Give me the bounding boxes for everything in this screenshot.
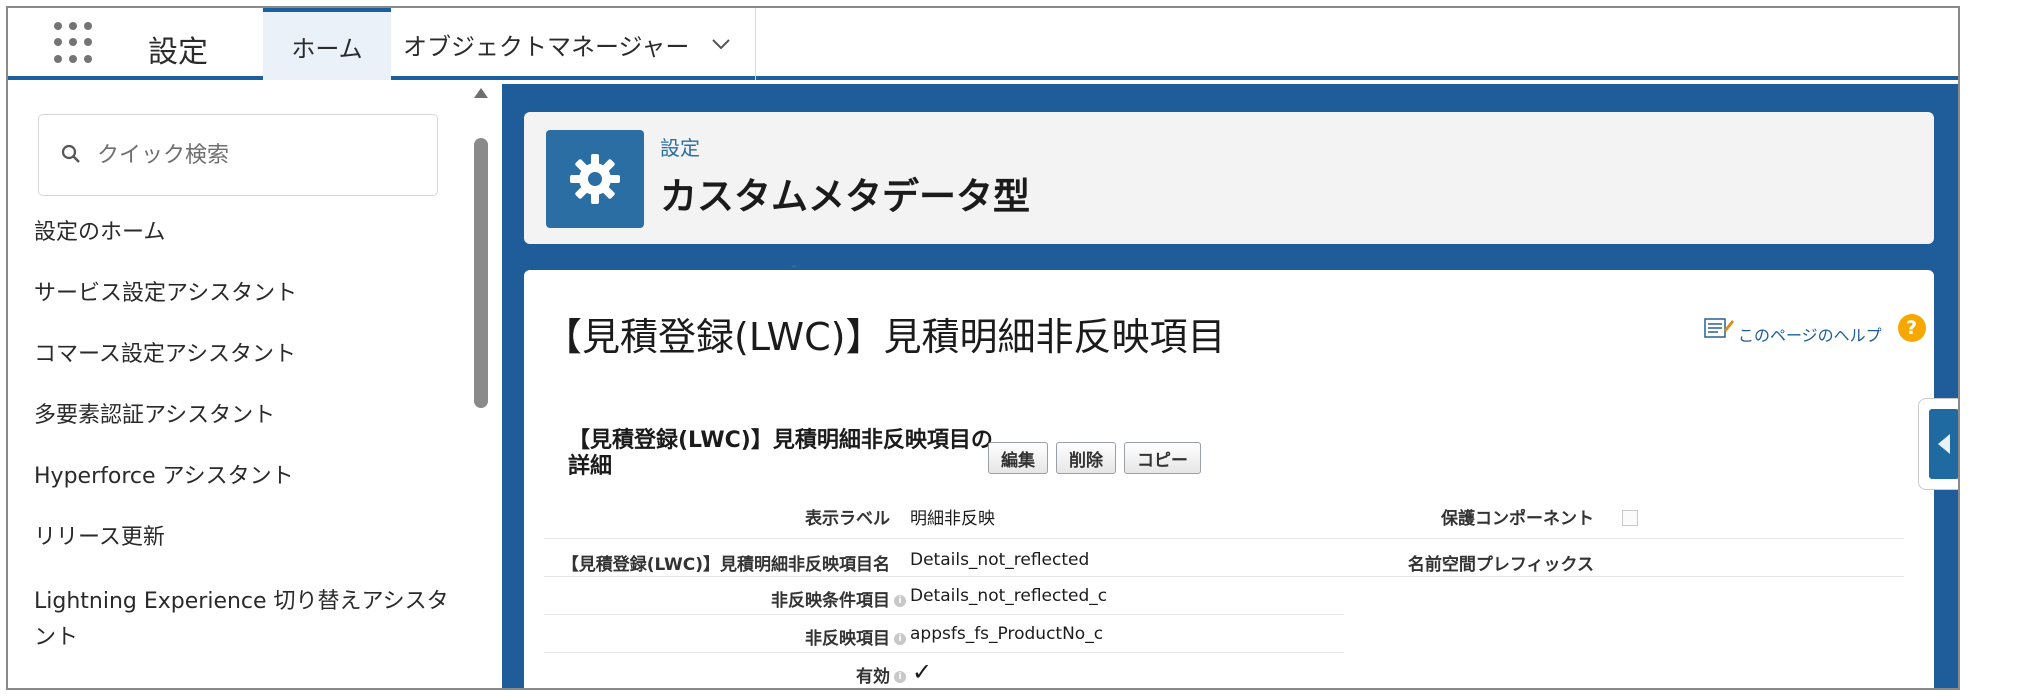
field-value-display-label: 明細非反映 [910,509,995,529]
sidebar-item-mfa-assistant[interactable]: 多要素認証アシスタント [34,401,464,462]
side-panel-toggle-inner [1929,409,1958,479]
tab-home[interactable]: ホーム [263,8,391,80]
page-header: 設定 カスタムメタデータ型 [524,112,1934,244]
page-title: カスタムメタデータ型 [660,175,1030,218]
row-divider [544,614,1344,615]
quick-find-input[interactable] [97,133,417,177]
record-title: 【見積登録(LWC)】見積明細非反映項目 [544,315,1226,359]
field-value-excluded-field: appsfs_fs_ProductNo_c [910,624,1104,644]
protected-component-checkbox [1622,510,1638,526]
help-page-icon [1704,318,1734,338]
section-title: 【見積登録(LWC)】見積明細非反映項目の詳細 [568,428,993,479]
help-link[interactable]: このページのヘルプ ? [1704,310,1926,346]
sidebar-item-hyperforce-assistant[interactable]: Hyperforce アシスタント [34,462,464,523]
active-checkmark-icon: ✓ [912,658,933,686]
gear-icon [546,130,644,228]
side-panel-toggle[interactable] [1918,398,1958,490]
sidebar-item-commerce-setup-assistant[interactable]: コマース設定アシスタント [34,340,464,401]
page-eyebrow: 設定 [660,136,700,160]
browser-frame: 設定 ホーム オブジェクトマネージャー 設定のホーム サービス設定アシスタント … [6,6,1960,690]
chevron-down-icon[interactable] [711,38,731,50]
field-label-condition-field-text: 非反映条件項目 [771,591,890,611]
search-icon [61,144,80,163]
row-divider [544,538,1904,539]
row-divider [544,652,1344,653]
info-icon[interactable]: i [894,595,906,607]
tab-object-manager[interactable]: オブジェクトマネージャー [403,8,757,80]
global-header: 設定 ホーム オブジェクトマネージャー [8,8,1958,80]
detail-buttons: 編集 削除 コピー [988,442,1201,474]
edit-button[interactable]: 編集 [988,442,1048,474]
chevron-left-icon [1938,434,1950,454]
setup-sidebar: 設定のホーム サービス設定アシスタント コマース設定アシスタント 多要素認証アシ… [8,84,498,688]
sidebar-scrollbar[interactable] [474,84,488,688]
sidebar-item-service-setup-assistant[interactable]: サービス設定アシスタント [34,279,464,340]
sidebar-item-setup-home[interactable]: 設定のホーム [34,218,464,279]
info-icon[interactable]: i [894,671,906,683]
main-content: 設定 カスタムメタデータ型 【見積登録(LWC)】見積明細非反映項目 このページ… [502,84,1958,688]
field-label-active: 有効 i [554,662,906,687]
sidebar-item-release-updates[interactable]: リリース更新 [34,523,464,584]
field-label-namespace-prefix: 名前空間プレフィックス [1407,555,1594,575]
help-link-label: このページのヘルプ [1738,326,1882,345]
quick-find-box [38,114,438,196]
detail-panel: 【見積登録(LWC)】見積明細非反映項目 このページのヘルプ ? 【見積登録(L… [524,270,1934,688]
field-label-active-text: 有効 [856,667,890,687]
field-label-excluded-field: 非反映項目 i [554,624,906,649]
tab-object-manager-label: オブジェクトマネージャー [403,32,690,61]
help-question-icon[interactable]: ? [1897,314,1926,342]
scroll-up-arrow-icon[interactable] [474,88,488,98]
scroll-thumb[interactable] [474,138,488,408]
field-value-condition-field: Details_not_reflected_c [910,586,1108,606]
field-label-condition-field: 非反映条件項目 i [554,586,906,611]
copy-button[interactable]: コピー [1124,442,1201,474]
field-label-protected-component: 保護コンポーネント [1441,509,1594,529]
field-label-display-label: 表示ラベル [805,509,890,529]
row-divider [544,576,1904,577]
app-name: 設定 [148,35,208,70]
app-launcher-icon[interactable] [54,22,96,64]
field-label-record-name: 【見積登録(LWC)】見積明細非反映項目名 [561,555,890,575]
info-icon[interactable]: i [894,633,906,645]
field-label-excluded-field-text: 非反映項目 [805,629,890,649]
delete-button[interactable]: 削除 [1056,442,1116,474]
sidebar-item-lightning-transition-assistant[interactable]: Lightning Experience 切り替えアシスタント [34,584,464,664]
sidebar-nav: 設定のホーム サービス設定アシスタント コマース設定アシスタント 多要素認証アシ… [34,218,464,664]
field-value-record-name: Details_not_reflected [910,550,1090,570]
